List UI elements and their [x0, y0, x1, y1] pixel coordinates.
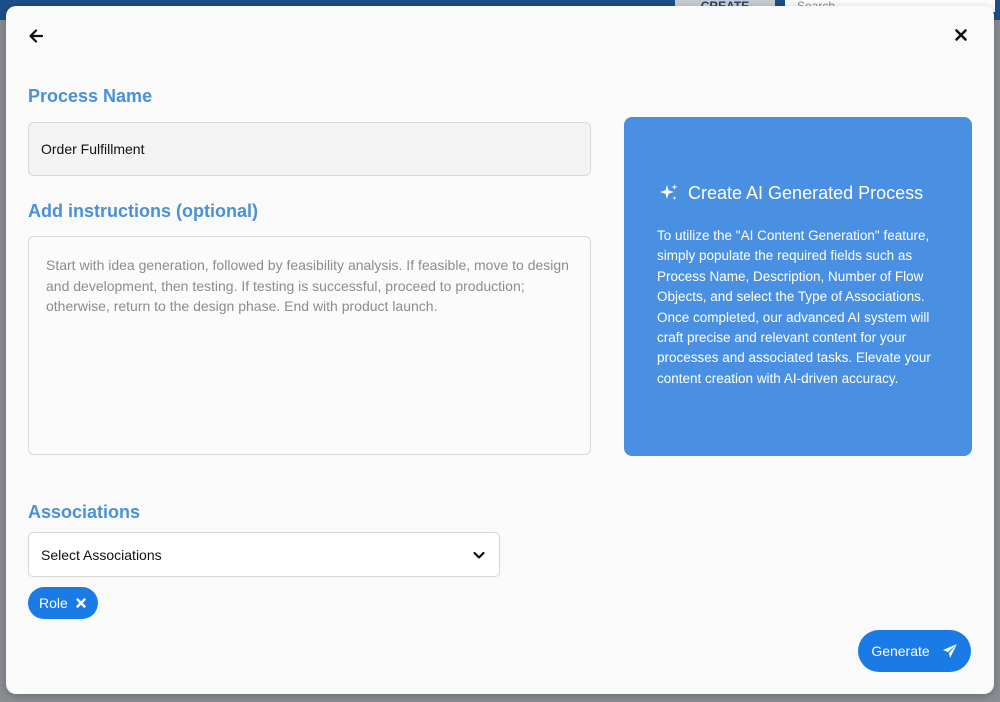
arrow-left-icon	[29, 29, 44, 43]
close-icon	[76, 598, 86, 608]
ai-panel-description: To utilize the "AI Content Generation" f…	[657, 228, 931, 386]
chevron-down-icon	[473, 551, 485, 559]
association-chip-role: Role	[28, 587, 98, 619]
associations-label: Associations	[28, 502, 141, 522]
back-button[interactable]	[26, 26, 46, 46]
process-name-label: Process Name	[28, 86, 153, 106]
instructions-label: Add instructions (optional)	[28, 201, 258, 221]
ai-panel-header: Create AI Generated Process	[658, 181, 958, 205]
instructions-textarea[interactable]: Start with idea generation, followed by …	[28, 236, 591, 455]
associations-select-value: Select Associations	[41, 546, 162, 563]
chip-label: Role	[39, 595, 68, 611]
associations-select[interactable]: Select Associations	[28, 532, 500, 577]
sparkles-icon	[660, 184, 678, 200]
process-name-input[interactable]: Order Fulfillment	[28, 122, 591, 176]
close-icon	[955, 29, 967, 41]
remove-chip-button[interactable]	[74, 596, 88, 610]
ai-panel-title: Create AI Generated Process	[688, 182, 924, 203]
close-button[interactable]	[952, 26, 970, 44]
generate-button-label: Generate	[871, 643, 930, 659]
ai-generated-process-panel: Create AI Generated Process To utilize t…	[624, 117, 972, 456]
create-process-modal: Process Name Order Fulfillment Add instr…	[6, 6, 994, 694]
paper-plane-icon	[942, 644, 957, 658]
generate-button[interactable]: Generate	[858, 630, 971, 672]
